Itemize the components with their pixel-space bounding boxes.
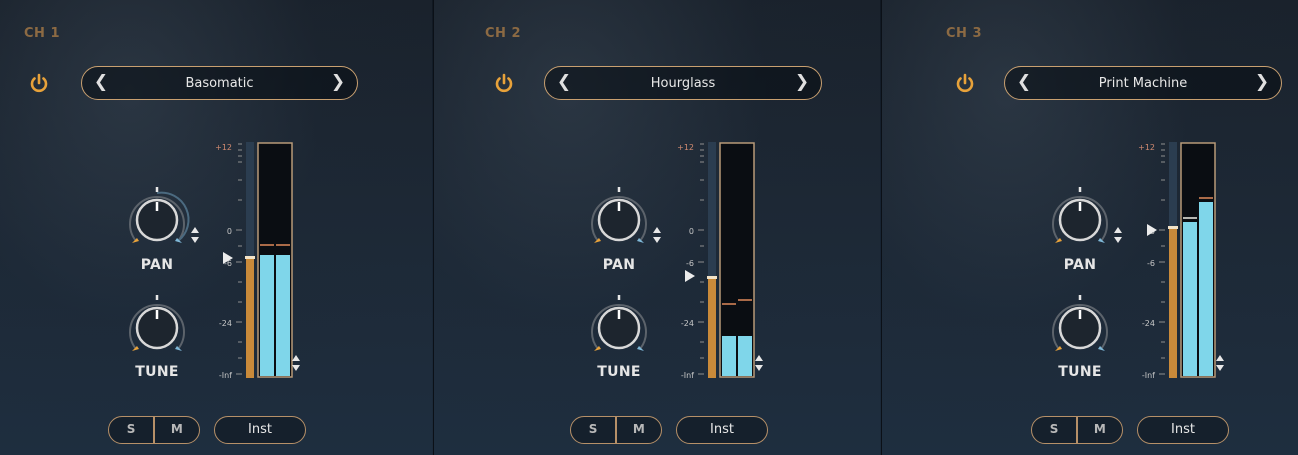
tune-knob[interactable] xyxy=(122,293,192,363)
scale-label-plus12: +12 xyxy=(215,143,232,152)
fader-fill xyxy=(246,258,254,378)
mute-button[interactable]: M xyxy=(617,417,661,443)
preset-name: Basomatic xyxy=(185,75,254,91)
level-meter: +12 0 -6 -24 -Inf xyxy=(1138,142,1216,380)
solo-button[interactable]: S xyxy=(1032,417,1076,443)
scale-label-0: 0 xyxy=(227,227,232,236)
fader-fill xyxy=(1169,228,1177,378)
channel-strip-1: CH 1 ❮ Basomatic ❯ PAN TUNE +12 0 -6 -24… xyxy=(0,0,432,455)
scale-label-minus6: -6 xyxy=(1147,259,1155,268)
chevron-right-icon[interactable]: ❯ xyxy=(793,73,811,91)
tune-knob[interactable] xyxy=(1045,293,1115,363)
chevron-left-icon[interactable]: ❮ xyxy=(92,73,110,91)
scale-label-inf: -Inf xyxy=(681,371,694,380)
level-bar-left xyxy=(1183,222,1197,376)
pan-knob[interactable] xyxy=(584,185,654,255)
scale-label-minus24: -24 xyxy=(1142,319,1155,328)
scale-label-minus24: -24 xyxy=(219,319,232,328)
pan-knob[interactable] xyxy=(1045,185,1115,255)
power-icon[interactable] xyxy=(954,72,976,94)
up-down-arrows-icon[interactable] xyxy=(291,354,301,372)
level-bar-right xyxy=(276,255,290,376)
pan-label: PAN xyxy=(140,257,174,273)
preset-name: Print Machine xyxy=(1098,75,1188,91)
tune-label: TUNE xyxy=(597,364,641,380)
scale-label-minus6: -6 xyxy=(686,259,694,268)
scale-label-plus12: +12 xyxy=(1138,143,1155,152)
fader-handle-icon[interactable] xyxy=(684,269,696,283)
up-down-arrows-icon[interactable] xyxy=(1215,354,1225,372)
channel-strip-2: CH 2 ❮ Hourglass ❯ PAN TUNE +12 0 -6 -24… xyxy=(433,0,880,455)
level-bar-left xyxy=(722,336,736,376)
fader-handle-icon[interactable] xyxy=(1146,223,1158,237)
scale-label-plus12: +12 xyxy=(677,143,694,152)
power-icon[interactable] xyxy=(493,72,515,94)
fader-handle-icon[interactable] xyxy=(222,251,234,265)
mute-button[interactable]: M xyxy=(1078,417,1122,443)
fader-fill xyxy=(708,278,716,378)
pan-knob[interactable] xyxy=(122,185,192,255)
pan-label: PAN xyxy=(1063,257,1097,273)
channel-title: CH 1 xyxy=(24,26,60,41)
chevron-left-icon[interactable]: ❮ xyxy=(1015,73,1033,91)
solo-mute-group: S M xyxy=(1031,416,1123,444)
output-button[interactable]: Inst xyxy=(1137,416,1229,444)
up-down-arrows-icon[interactable] xyxy=(190,226,200,244)
mute-button[interactable]: M xyxy=(155,417,199,443)
power-icon[interactable] xyxy=(28,72,50,94)
scale-label-minus24: -24 xyxy=(681,319,694,328)
level-bar-right xyxy=(738,336,752,376)
up-down-arrows-icon[interactable] xyxy=(652,226,662,244)
chevron-right-icon[interactable]: ❯ xyxy=(1253,73,1271,91)
preset-selector[interactable]: ❮ Hourglass ❯ xyxy=(544,66,822,100)
up-down-arrows-icon[interactable] xyxy=(1113,226,1123,244)
tune-label: TUNE xyxy=(1058,364,1102,380)
solo-mute-group: S M xyxy=(108,416,200,444)
level-bar-left xyxy=(260,255,274,376)
level-bar-right xyxy=(1199,202,1213,376)
scale-label-0: 0 xyxy=(689,227,694,236)
output-button[interactable]: Inst xyxy=(676,416,768,444)
mixer-panel: CH 1 ❮ Basomatic ❯ PAN TUNE +12 0 -6 -24… xyxy=(0,0,1298,455)
tune-label: TUNE xyxy=(135,364,179,380)
up-down-arrows-icon[interactable] xyxy=(754,354,764,372)
channel-title: CH 2 xyxy=(485,26,521,41)
solo-button[interactable]: S xyxy=(109,417,153,443)
tune-knob[interactable] xyxy=(584,293,654,363)
chevron-right-icon[interactable]: ❯ xyxy=(329,73,347,91)
solo-button[interactable]: S xyxy=(571,417,615,443)
scale-label-inf: -Inf xyxy=(1142,371,1155,380)
preset-name: Hourglass xyxy=(650,75,716,91)
chevron-left-icon[interactable]: ❮ xyxy=(555,73,573,91)
scale-label-inf: -Inf xyxy=(219,371,232,380)
preset-selector[interactable]: ❮ Basomatic ❯ xyxy=(81,66,358,100)
channel-strip-3: CH 3 ❮ Print Machine ❯ PAN TUNE +12 -6 -… xyxy=(881,0,1298,455)
level-meter: +12 0 -6 -24 -Inf xyxy=(677,142,755,380)
preset-selector[interactable]: ❮ Print Machine ❯ xyxy=(1004,66,1282,100)
solo-mute-group: S M xyxy=(570,416,662,444)
channel-title: CH 3 xyxy=(946,26,982,41)
pan-label: PAN xyxy=(602,257,636,273)
output-button[interactable]: Inst xyxy=(214,416,306,444)
